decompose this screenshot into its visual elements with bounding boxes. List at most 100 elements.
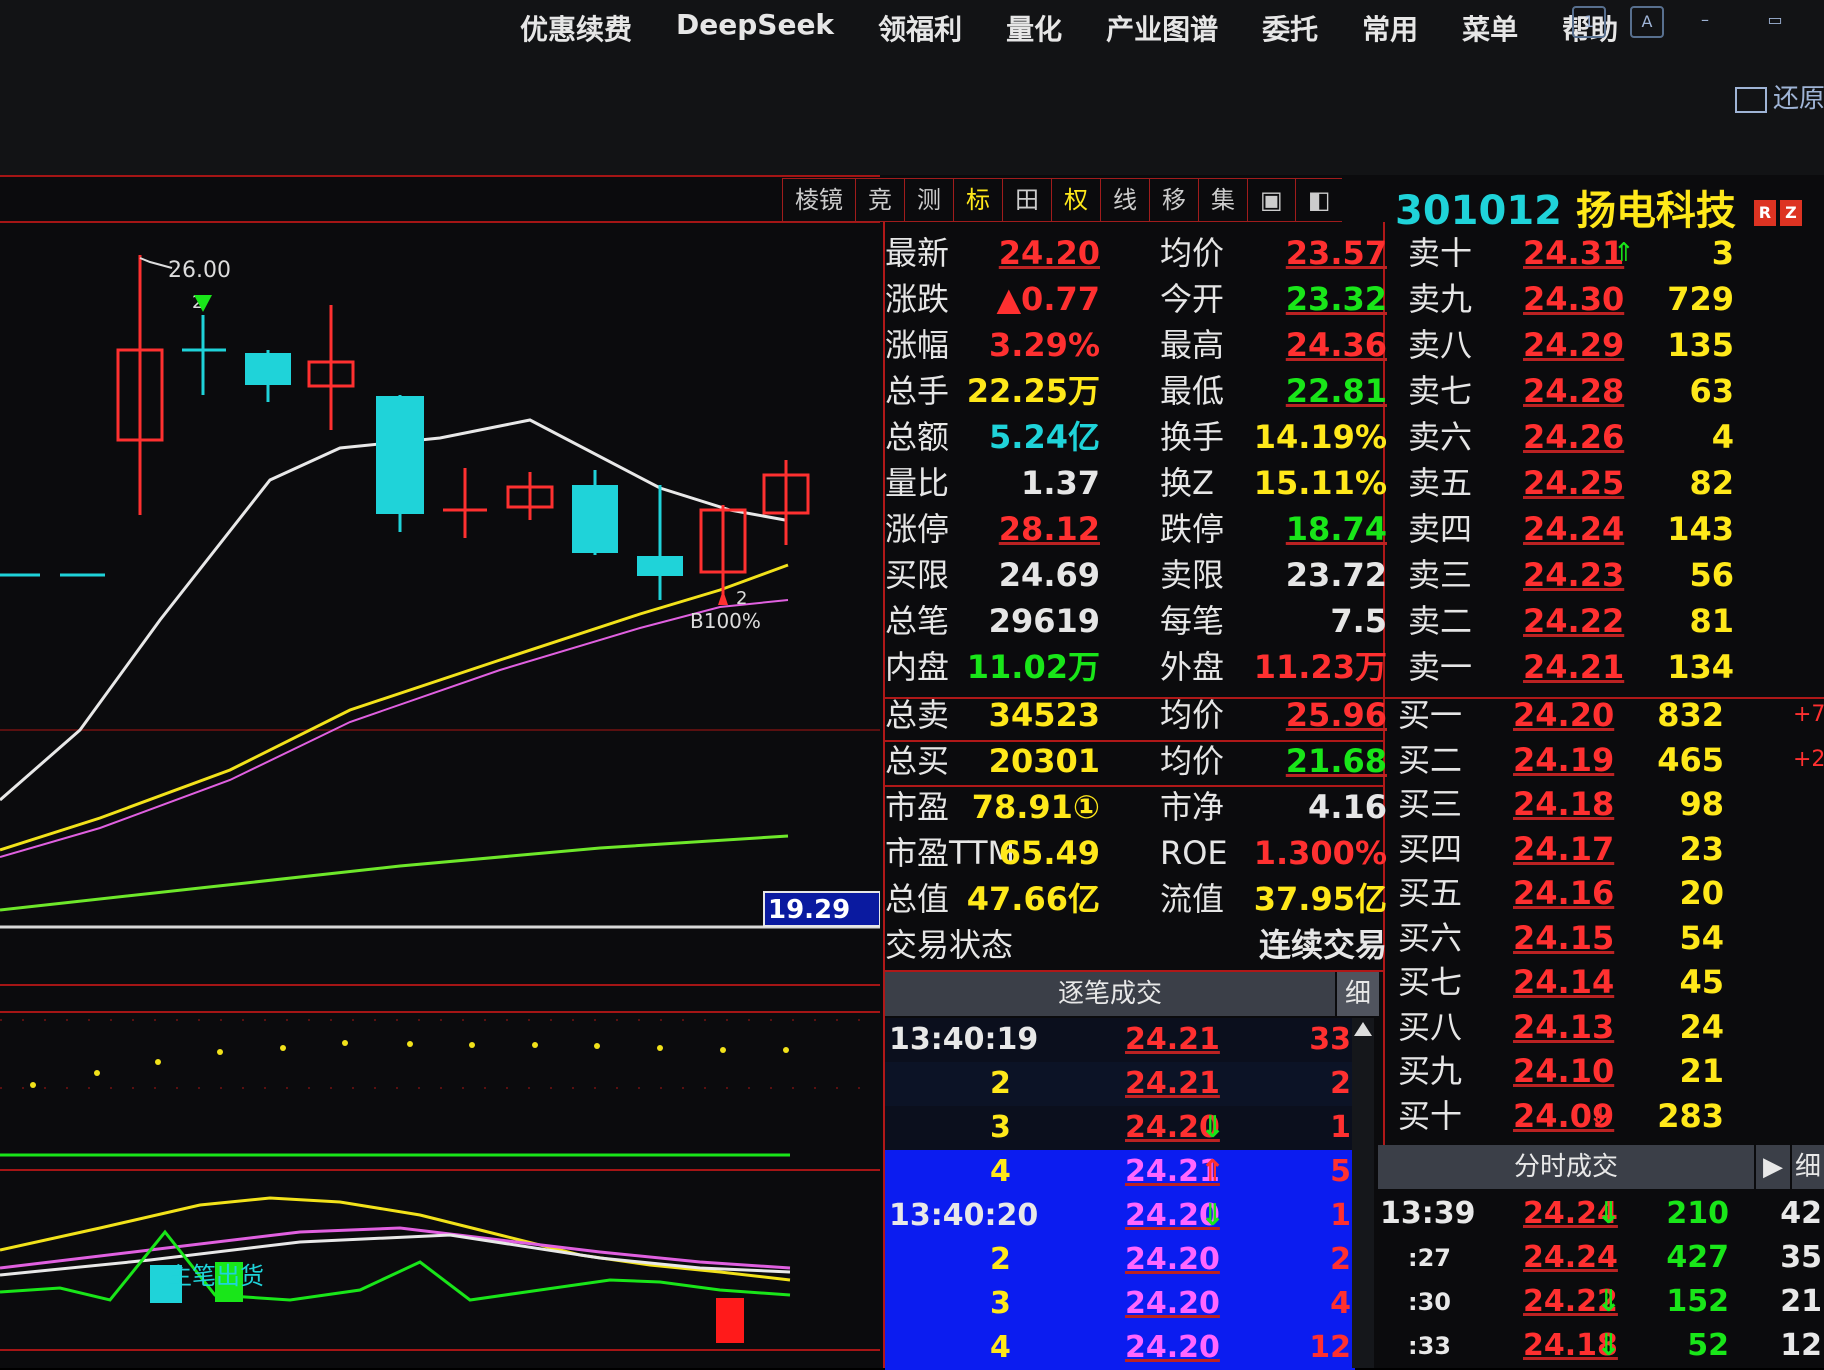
minimize-icon[interactable]: – <box>1690 6 1720 34</box>
buy-price: 24.16 <box>1513 874 1615 912</box>
toolbar-button[interactable]: 移 <box>1149 178 1198 222</box>
play-icon[interactable]: ▶ <box>1756 1145 1790 1189</box>
sell-row[interactable]: 卖一 24.21 134 <box>1398 644 1824 690</box>
quote-value2: 连续交易 <box>1258 926 1387 964</box>
toolbar-button[interactable]: 竞 <box>855 178 904 222</box>
buy-row[interactable]: 买四 24.17 23 <box>1398 826 1824 872</box>
ticks-detail-button[interactable]: 细 <box>1337 972 1379 1016</box>
toolbar-button[interactable]: 集 <box>1198 178 1247 222</box>
toolbar-button[interactable]: 权 <box>1051 178 1100 222</box>
tick-row[interactable]: 2 24.21 2 <box>885 1062 1355 1106</box>
buy-row[interactable]: 买七 24.14 45 <box>1398 959 1824 1005</box>
sell-row[interactable]: 卖八 24.29 135 <box>1398 322 1824 368</box>
quote-value: ▲0.77 <box>996 280 1100 318</box>
quote-row: 总手 22.25万 最低 22.81 <box>885 368 1390 414</box>
toolbar-button[interactable]: 标 <box>953 178 1002 222</box>
quote-row: 总额 5.24亿 换手 14.19% <box>885 414 1390 460</box>
minute-row[interactable]: :33 24.18 52 12 ⇓ <box>1378 1324 1824 1368</box>
down-arrow-icon: ⇓ <box>1588 1100 1610 1131</box>
buy-row[interactable]: 买十 24.09 283 ⇓ <box>1398 1093 1824 1139</box>
minute-row[interactable]: :30 24.22 152 21 ⇓ <box>1378 1280 1824 1324</box>
tick-row[interactable]: 3 24.20 4 <box>885 1282 1355 1326</box>
menu-item[interactable]: 领福利 <box>878 8 962 48</box>
buy-qty: 832 <box>1657 696 1724 734</box>
menu-item[interactable]: 优惠续费 <box>520 8 632 48</box>
sell-row[interactable]: 卖四 24.24 143 <box>1398 506 1824 552</box>
quote-value: 22.25万 <box>966 372 1100 410</box>
minute-row[interactable]: :27 24.24 427 35 <box>1378 1236 1824 1280</box>
buy-row[interactable]: 买六 24.15 54 <box>1398 915 1824 961</box>
sell-price: 24.26 <box>1523 418 1625 456</box>
sell-row[interactable]: 卖三 24.23 56 <box>1398 552 1824 598</box>
toolbar-button[interactable]: ▣ <box>1247 178 1295 222</box>
down-arrow-icon: ⇓ <box>1200 1198 1226 1233</box>
quote-value2: 1.300% <box>1253 834 1387 872</box>
quote-row: 最新 24.20 均价 23.57 <box>885 230 1390 276</box>
sell-price: 24.29 <box>1523 326 1625 364</box>
quote-value2: 25.96 <box>1285 696 1387 734</box>
quote-label: 总卖 <box>885 696 950 734</box>
sell-qty: 143 <box>1667 510 1734 548</box>
buy-row[interactable]: 买一 24.20 832 +7( <box>1398 692 1824 738</box>
toolbar-button[interactable]: 线 <box>1100 178 1149 222</box>
minute-row[interactable]: 13:39 24.24 210 42 ⇓ <box>1378 1192 1824 1236</box>
menu-item[interactable]: 菜单 <box>1462 8 1518 48</box>
tick-row[interactable]: 13:40:20 24.20 1 ⇓ <box>885 1194 1355 1238</box>
sell-qty: 4 <box>1711 418 1734 456</box>
menu-item[interactable]: DeepSeek <box>676 8 834 48</box>
buy-label: 买四 <box>1398 829 1463 868</box>
quote-label2: 均价 <box>1160 742 1225 780</box>
sell-row[interactable]: 卖二 24.22 81 <box>1398 598 1824 644</box>
minute-count: 12 <box>1780 1328 1822 1363</box>
sell-row[interactable]: 卖六 24.26 4 <box>1398 414 1824 460</box>
tick-row[interactable]: 3 24.20 1 ⇓ <box>885 1106 1355 1150</box>
ticks-header: 逐笔成交 <box>885 972 1335 1016</box>
toolbar-button[interactable]: 测 <box>904 178 953 222</box>
scroll-up-icon[interactable] <box>1354 1022 1372 1036</box>
menu-item[interactable]: 委托 <box>1262 8 1318 48</box>
window-1-icon[interactable]: 1 <box>1572 6 1606 38</box>
buy-label: 买七 <box>1398 963 1463 1001</box>
sell-row[interactable]: 卖五 24.25 82 <box>1398 460 1824 506</box>
maximize-icon[interactable]: ▭ <box>1760 6 1790 34</box>
menu-item[interactable]: 量化 <box>1006 8 1062 48</box>
tick-qty: 2 <box>1330 1242 1351 1277</box>
sell-row[interactable]: 卖九 24.30 729 <box>1398 276 1824 322</box>
quote-label2: 卖限 <box>1160 556 1225 594</box>
toolbar-button[interactable]: 棱镜 <box>782 178 855 222</box>
kline-chart[interactable]: 26.00 2 2 B100% 19.29 主笔出货 <box>0 175 880 1368</box>
tick-time: 2 <box>990 1242 1011 1277</box>
quote-label: 内盘 <box>885 648 950 686</box>
quote-label2: 换手 <box>1160 418 1225 456</box>
tick-row[interactable]: 13:40:19 24.21 33 <box>885 1018 1355 1062</box>
buy-price: 24.19 <box>1513 740 1615 779</box>
menu-item[interactable]: 常用 <box>1362 8 1418 48</box>
toolbar-button[interactable]: 田 <box>1002 178 1051 222</box>
sell-price: 24.28 <box>1523 372 1625 410</box>
restore-button[interactable]: 还原 <box>1735 78 1824 115</box>
sell-qty: 729 <box>1667 280 1734 318</box>
tick-row[interactable]: 4 24.21 5 ⇑ <box>885 1150 1355 1194</box>
buy-row[interactable]: 买八 24.13 24 <box>1398 1004 1824 1050</box>
tick-row[interactable]: 2 24.20 2 <box>885 1238 1355 1282</box>
sell-row[interactable]: 卖十 24.31 3 ⇑ <box>1398 230 1824 276</box>
toolbar-button[interactable]: ◧ <box>1294 178 1343 222</box>
minute-detail-button[interactable]: 细 <box>1792 1145 1824 1189</box>
ticks-scrollbar[interactable] <box>1352 1018 1374 1368</box>
buy-row[interactable]: 买二 24.19 465 +2 <box>1398 737 1824 783</box>
minute-time: 13:39 <box>1380 1196 1476 1231</box>
menu-item[interactable]: 产业图谱 <box>1106 8 1218 48</box>
tick-row[interactable]: 4 24.20 12 <box>885 1326 1355 1370</box>
buy-row[interactable]: 买五 24.16 20 <box>1398 870 1824 916</box>
minute-time: :33 <box>1408 1332 1451 1360</box>
main-menu: 优惠续费 DeepSeek 领福利 量化 产业图谱 委托 常用 菜单 帮助 <box>520 8 1662 48</box>
sell-price: 24.24 <box>1523 510 1625 548</box>
sell-label: 卖六 <box>1408 418 1473 456</box>
tick-qty: 4 <box>1330 1286 1351 1321</box>
font-a-icon[interactable]: A <box>1630 6 1664 38</box>
buy-row[interactable]: 买九 24.10 21 <box>1398 1048 1824 1094</box>
quote-value2: 22.81 <box>1285 372 1387 410</box>
buy-row[interactable]: 买三 24.18 98 <box>1398 781 1824 827</box>
sell-row[interactable]: 卖七 24.28 63 <box>1398 368 1824 414</box>
down-arrow-icon: ⇓ <box>1596 1284 1622 1319</box>
